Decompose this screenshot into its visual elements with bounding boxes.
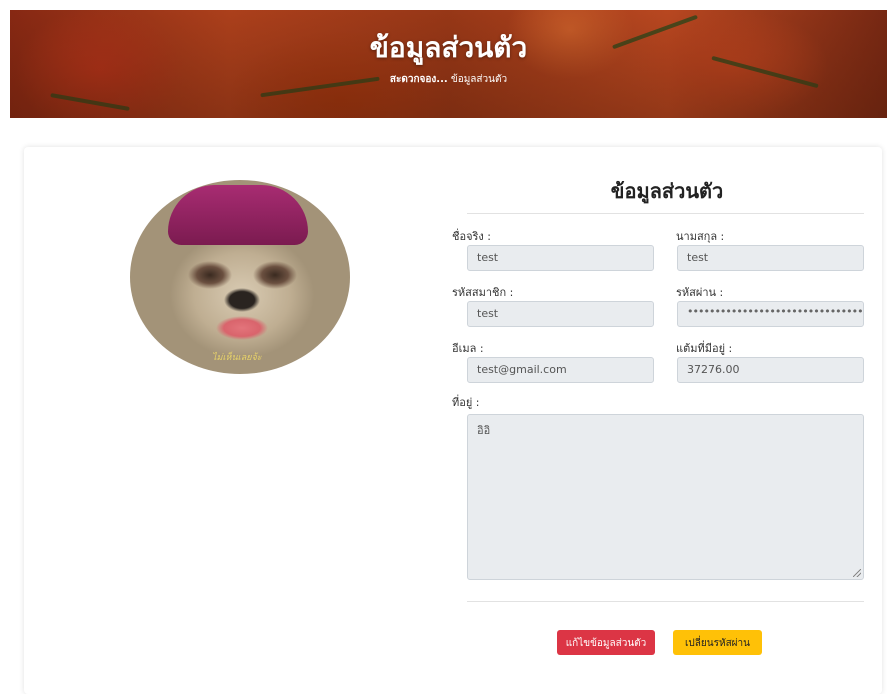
change-password-button[interactable]: เปลี่ยนรหัสผ่าน <box>673 630 762 655</box>
profile-avatar: ไม่เห็นเลยจ้ะ <box>130 180 350 374</box>
first-name-field[interactable]: test <box>467 245 654 271</box>
email-field[interactable]: test@gmail.com <box>467 357 654 383</box>
first-name-label: ชื่อจริง : <box>452 230 491 243</box>
last-name-label: นามสกุล : <box>676 230 725 243</box>
breadcrumb-home-link[interactable]: สะดวกจอง... <box>390 74 448 85</box>
email-label: อีเมล : <box>452 342 484 355</box>
section-title: ข้อมูลส่วนตัว <box>610 179 724 203</box>
page-title: ข้อมูลส่วนตัว <box>369 31 528 64</box>
password-field[interactable]: •••••••••••••••••••••••••••••••••••••••• <box>677 301 864 327</box>
address-text: อิอิ <box>477 424 491 437</box>
address-label: ที่อยู่ : <box>452 396 480 409</box>
password-label: รหัสผ่าน : <box>676 286 724 299</box>
member-id-label: รหัสสมาชิก : <box>452 286 514 299</box>
address-textarea[interactable]: อิอิ <box>467 414 864 580</box>
header-banner: ข้อมูลส่วนตัว สะดวกจอง... ข้อมูลส่วนตัว <box>10 10 887 118</box>
title-divider <box>467 213 864 214</box>
avatar-watermark: ไม่เห็นเลยจ้ะ <box>212 353 262 363</box>
points-field[interactable]: 37276.00 <box>677 357 864 383</box>
resize-grip-icon[interactable] <box>853 569 861 577</box>
profile-card: ไม่เห็นเลยจ้ะ ข้อมูลส่วนตัว ชื่อจริง : t… <box>24 147 882 694</box>
form-divider <box>467 601 864 602</box>
member-id-field[interactable]: test <box>467 301 654 327</box>
breadcrumb: สะดวกจอง... ข้อมูลส่วนตัว <box>10 72 887 87</box>
points-label: แต้มที่มีอยู่ : <box>676 342 733 355</box>
breadcrumb-current: ข้อมูลส่วนตัว <box>450 74 508 85</box>
avatar-hat <box>168 185 308 245</box>
last-name-field[interactable]: test <box>677 245 864 271</box>
edit-profile-button[interactable]: แก้ไขข้อมูลส่วนตัว <box>557 630 655 655</box>
